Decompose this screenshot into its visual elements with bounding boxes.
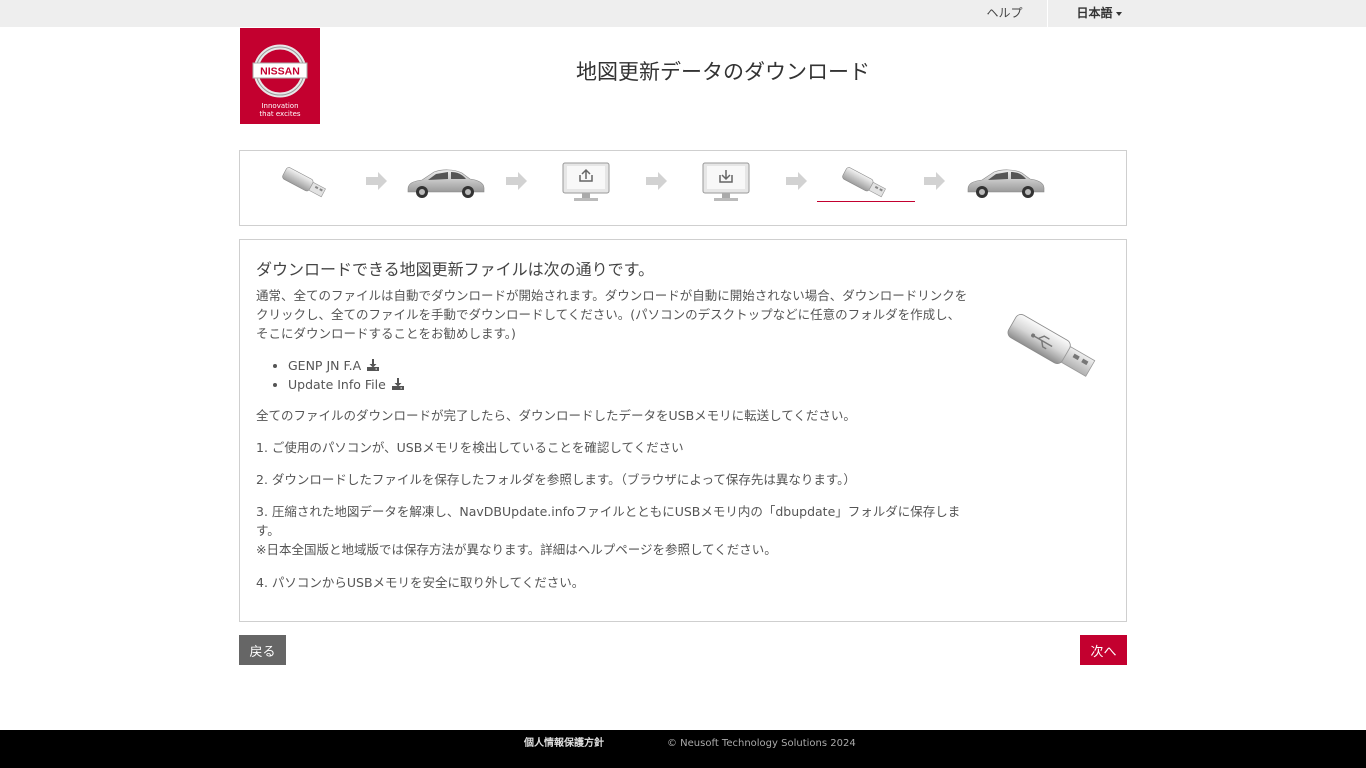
nissan-logo[interactable]: NISSAN Innovation that excites (240, 28, 320, 124)
tagline-line2: that excites (259, 110, 301, 118)
step-usb-active-icon (842, 167, 886, 198)
language-label: 日本語 (1076, 6, 1113, 20)
file-name: GENP JN F.A (288, 358, 362, 373)
step-arrow-icon (366, 172, 387, 190)
instruction-step-1: 1. ご使用のパソコンが、USBメモリを検出していることを確認してください (256, 440, 684, 455)
step-arrow-icon (506, 172, 527, 190)
instruction-step-2: 2. ダウンロードしたファイルを保存したフォルダを参照します。（ブラウザによって… (256, 472, 856, 487)
section-heading: ダウンロードできる地図更新ファイルは次の通りです。 (256, 260, 655, 279)
active-step-indicator (817, 201, 915, 202)
step-download-monitor-icon (702, 162, 750, 201)
top-bar: ヘルプ 日本語 (0, 0, 1366, 27)
back-button[interactable]: 戻る (239, 635, 286, 665)
tagline-line1: Innovation (261, 102, 299, 110)
nissan-emblem-icon: NISSAN (252, 44, 308, 98)
file-name: Update Info File (288, 377, 386, 392)
instruction-step-3-note: ※日本全国版と地域版では保存方法が異なります。詳細はヘルプページを参照してくださ… (256, 542, 777, 557)
file-download-link[interactable]: GENP JN F.A (288, 358, 380, 373)
download-instructions-panel: ダウンロードできる地図更新ファイルは次の通りです。 通常、全てのファイルは自動で… (239, 239, 1127, 622)
help-link[interactable]: ヘルプ (962, 0, 1048, 27)
file-download-link[interactable]: Update Info File (288, 377, 404, 392)
instruction-step-3: 3. 圧縮された地図データを解凍し、NavDBUpdate.infoファイルとと… (256, 504, 961, 538)
step-car-icon (407, 169, 485, 198)
progress-steps (239, 150, 1127, 226)
step-usb-icon (282, 167, 326, 198)
usb-drive-icon (1007, 314, 1096, 377)
after-download-text: 全てのファイルのダウンロードが完了したら、ダウンロードしたデータをUSBメモリに… (256, 408, 856, 423)
brand-name: NISSAN (260, 66, 300, 78)
intro-text: 通常、全てのファイルは自動でダウンロードが開始されます。ダウンロードが自動に開始… (256, 288, 968, 341)
download-icon (391, 378, 404, 390)
step-upload-monitor-icon (562, 162, 610, 201)
step-arrow-icon (924, 172, 945, 190)
footer: 個人情報保護方針 © Neusoft Technology Solutions … (0, 730, 1366, 768)
step-car-final-icon (967, 169, 1045, 198)
page-title: 地図更新データのダウンロード (576, 60, 870, 84)
step-arrow-icon (646, 172, 667, 190)
list-item: Update Info File (288, 375, 404, 394)
language-dropdown[interactable]: 日本語 (1050, 0, 1148, 27)
copyright-text: © Neusoft Technology Solutions 2024 (667, 738, 856, 749)
step-arrow-icon (786, 172, 807, 190)
instruction-step-4: 4. パソコンからUSBメモリを安全に取り外してください。 (256, 575, 585, 590)
privacy-policy-link[interactable]: 個人情報保護方針 (524, 730, 604, 757)
next-button[interactable]: 次へ (1080, 635, 1127, 665)
logo-tagline: Innovation that excites (240, 102, 320, 118)
download-icon (367, 359, 380, 371)
download-file-list: GENP JN F.A Update Info File (288, 356, 404, 394)
caret-down-icon (1115, 11, 1122, 16)
list-item: GENP JN F.A (288, 356, 404, 375)
